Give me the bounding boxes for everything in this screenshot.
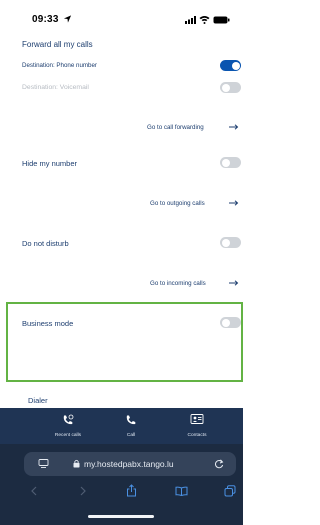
toggle-knob [221,238,230,247]
status-time: 09:33 [32,14,59,25]
bookmarks-icon[interactable] [175,486,188,496]
phone-icon [126,415,136,425]
contacts-icon [190,414,204,424]
destination-voicemail-toggle[interactable] [220,82,241,93]
url-text: my.hostedpabx.tango.lu [84,459,174,469]
incoming-calls-link[interactable]: Go to incoming calls [150,280,206,287]
do-not-disturb-label: Do not disturb [22,239,69,248]
arrow-right-icon[interactable] [229,280,239,286]
page-menu-icon[interactable] [38,458,49,469]
cellular-signal-icon [185,16,196,24]
destination-voicemail-label: Destination: Voicemail [22,84,89,91]
arrow-right-icon[interactable] [229,200,239,206]
toggle-knob [221,318,230,327]
tab-call[interactable]: Call [101,408,161,444]
share-icon[interactable] [126,484,137,497]
business-mode-section [6,302,243,382]
business-mode-toggle[interactable] [220,317,241,328]
dialer-label: Dialer [28,396,48,405]
forward-icon[interactable] [79,486,87,496]
destination-phone-toggle[interactable] [220,60,241,71]
battery-icon [213,16,230,24]
destination-phone-label: Destination: Phone number [22,62,97,69]
tab-label-contacts: Contacts [187,433,207,438]
forward-calls-title: Forward all my calls [22,40,93,49]
tabs-icon[interactable] [224,485,236,497]
status-bar: 09:33 [0,0,243,34]
outgoing-calls-link[interactable]: Go to outgoing calls [150,200,205,207]
tab-recent-calls[interactable]: Recent calls [38,408,98,444]
do-not-disturb-toggle[interactable] [220,237,241,248]
reload-icon[interactable] [214,459,224,469]
hide-number-label: Hide my number [22,159,78,168]
toggle-knob [221,83,230,92]
hide-number-toggle[interactable] [220,157,241,168]
app-tab-bar: Recent calls Call Contacts [0,408,243,444]
back-icon[interactable] [30,486,38,496]
home-indicator [88,515,154,518]
toggle-knob [231,61,240,70]
location-arrow-icon [63,15,72,23]
recent-calls-icon [63,414,74,425]
call-forwarding-link[interactable]: Go to call forwarding [147,124,204,131]
lock-icon [73,459,80,468]
arrow-right-icon[interactable] [229,124,239,130]
wifi-icon [199,16,210,24]
tab-label-recent-calls: Recent calls [54,433,82,438]
tab-label-call: Call [126,433,136,438]
tab-contacts[interactable]: Contacts [167,408,227,444]
business-mode-label: Business mode [22,319,74,328]
toggle-knob [221,158,230,167]
